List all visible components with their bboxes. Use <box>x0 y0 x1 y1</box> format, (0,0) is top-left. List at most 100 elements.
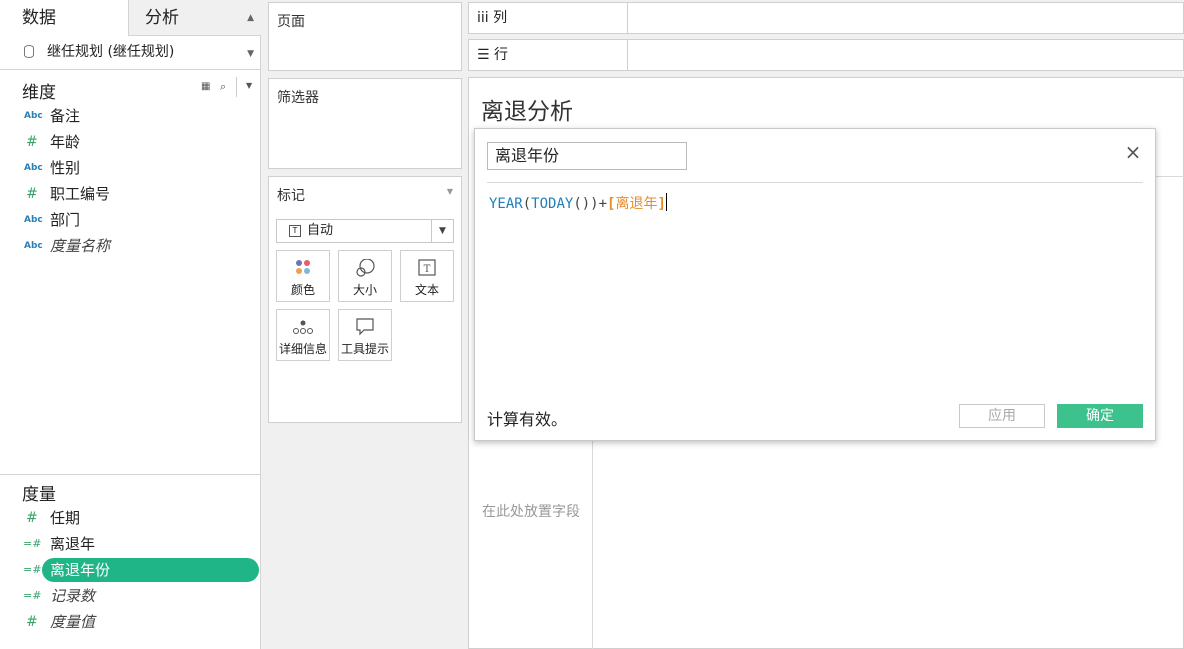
number-type-icon: # <box>26 614 38 630</box>
text-mark-icon: T <box>289 225 301 237</box>
measure-field-tenure[interactable]: # 任期 <box>0 505 260 531</box>
dimensions-heading: 维度 <box>22 83 56 103</box>
dimension-field-employee-id[interactable]: # 职工编号 <box>0 181 260 207</box>
list-view-icon[interactable]: ▦ <box>201 81 210 92</box>
drop-field-hint: 在此处放置字段 <box>482 504 580 520</box>
viz-divider-horizontal <box>1154 176 1184 177</box>
datasource-item[interactable]: 继任规划 (继任规划) <box>0 37 260 70</box>
tab-analysis-label: 分析 <box>145 8 179 28</box>
calculated-number-icon: =# <box>23 537 42 550</box>
field-label: 性别 <box>50 159 81 177</box>
dimension-field-remarks[interactable]: Abc 备注 <box>0 103 260 129</box>
measure-field-measure-values[interactable]: # 度量值 <box>0 609 260 635</box>
number-type-icon: # <box>26 510 38 526</box>
calculation-name-input[interactable]: 离退年份 <box>487 142 687 170</box>
mark-type-label: 自动 <box>307 223 334 238</box>
color-button[interactable]: 颜色 <box>276 250 330 302</box>
columns-label: 列 <box>493 10 508 26</box>
columns-shelf[interactable]: iii 列 <box>468 2 1184 34</box>
tab-data[interactable]: 数据 <box>0 0 128 36</box>
field-label: 离退年 <box>50 535 96 553</box>
size-button[interactable]: 大小 <box>338 250 392 302</box>
dialog-separator <box>487 182 1143 183</box>
marks-card-title: 标记 <box>277 188 305 204</box>
text-caret <box>665 193 667 211</box>
color-label: 颜色 <box>290 283 315 297</box>
ok-button[interactable]: 确定 <box>1057 404 1143 428</box>
detail-icon <box>293 320 313 334</box>
dimension-field-age[interactable]: # 年龄 <box>0 129 260 155</box>
datasource-label: 继任规划 (继任规划) <box>47 44 175 60</box>
size-icon <box>356 259 375 277</box>
measure-field-retire-year[interactable]: =# 离退年 <box>0 531 260 557</box>
dimension-field-department[interactable]: Abc 部门 <box>0 207 260 233</box>
tooltip-label: 工具提示 <box>340 342 389 356</box>
string-type-icon: Abc <box>24 241 43 251</box>
number-type-icon: # <box>26 134 38 150</box>
formula-function-year: YEAR <box>489 196 523 212</box>
field-label: 任期 <box>50 509 81 527</box>
size-label: 大小 <box>352 283 377 297</box>
measure-field-retire-year-selected[interactable]: =# 离退年份 <box>0 557 260 583</box>
database-icon <box>24 45 34 58</box>
svg-text:T: T <box>424 264 431 275</box>
detail-button[interactable]: 详细信息 <box>276 309 330 361</box>
dimension-field-measure-names[interactable]: Abc 度量名称 <box>0 233 260 259</box>
field-label: 度量值 <box>50 613 96 631</box>
calculation-status: 计算有效。 <box>487 410 568 429</box>
formula-function-today: TODAY <box>531 196 574 212</box>
dimension-field-gender[interactable]: Abc 性别 <box>0 155 260 181</box>
pages-card[interactable]: 页面 <box>268 2 462 71</box>
string-type-icon: Abc <box>24 163 43 173</box>
tools-divider <box>236 77 237 97</box>
mark-type-dropdown[interactable]: T 自动 ▼ <box>276 219 454 243</box>
measures-divider <box>0 474 260 475</box>
field-label: 度量名称 <box>50 237 111 255</box>
calculation-dialog: 离退年份 × YEAR(TODAY())+[离退年] 计算有效。 应用 确定 <box>474 128 1156 441</box>
viz-title[interactable]: 离退分析 <box>481 92 573 126</box>
marks-card: 标记 ▼ T 自动 ▼ 颜色 大小 T 文本 详细信息 工具提示 <box>268 176 462 423</box>
chevron-down-icon: ▼ <box>431 220 453 242</box>
string-type-icon: Abc <box>24 215 43 225</box>
columns-shelf-label: iii 列 <box>469 3 628 33</box>
rows-shelf-label: ☰ 行 <box>469 40 628 70</box>
marks-menu-icon[interactable]: ▼ <box>447 187 453 196</box>
search-icon[interactable]: ⌕ <box>220 80 226 94</box>
calculated-number-icon: =# <box>23 589 42 602</box>
string-type-icon: Abc <box>24 111 43 121</box>
close-icon[interactable]: × <box>1123 142 1143 163</box>
number-type-icon: # <box>26 186 38 202</box>
formula-parens: ())+ <box>573 196 608 212</box>
calculation-name-value: 离退年份 <box>495 146 560 165</box>
detail-label: 详细信息 <box>278 342 327 356</box>
apply-button[interactable]: 应用 <box>959 404 1045 428</box>
field-label: 部门 <box>50 211 81 229</box>
field-label: 职工编号 <box>50 185 111 203</box>
formula-paren: ( <box>522 196 532 212</box>
formula-editor[interactable]: YEAR(TODAY())+[离退年] <box>489 193 667 213</box>
tooltip-button[interactable]: 工具提示 <box>338 309 392 361</box>
tooltip-icon <box>356 318 374 336</box>
field-label: 年龄 <box>50 133 81 151</box>
measure-field-record-count[interactable]: =# 记录数 <box>0 583 260 609</box>
formula-bracket-close: ] <box>657 196 666 212</box>
text-icon: T <box>418 259 436 276</box>
text-label: 文本 <box>414 283 439 297</box>
rows-shelf[interactable]: ☰ 行 <box>468 39 1184 71</box>
text-button[interactable]: T 文本 <box>400 250 454 302</box>
pages-card-title: 页面 <box>277 14 305 30</box>
field-label: 记录数 <box>50 587 96 605</box>
color-icon <box>296 260 310 274</box>
measures-heading: 度量 <box>22 485 56 505</box>
rows-label: 行 <box>494 47 509 63</box>
tab-analysis[interactable]: 分析 ▲ ▼ <box>128 0 261 59</box>
formula-field-ref: 离退年 <box>615 196 658 212</box>
field-label: 离退年份 <box>50 561 111 579</box>
calculated-number-icon: =# <box>23 563 42 576</box>
field-label: 备注 <box>50 107 81 125</box>
data-pane: 数据 分析 ▲ ▼ 继任规划 (继任规划) 维度 ▦ ⌕ ▼ Abc 备注 # 年龄 A… <box>0 0 261 649</box>
dimension-menu-icon[interactable]: ▼ <box>246 81 252 90</box>
dimension-tools: ▦ ⌕ ▼ <box>198 77 260 97</box>
filters-card[interactable]: 筛选器 <box>268 78 462 169</box>
rows-icon: ☰ <box>477 47 490 63</box>
